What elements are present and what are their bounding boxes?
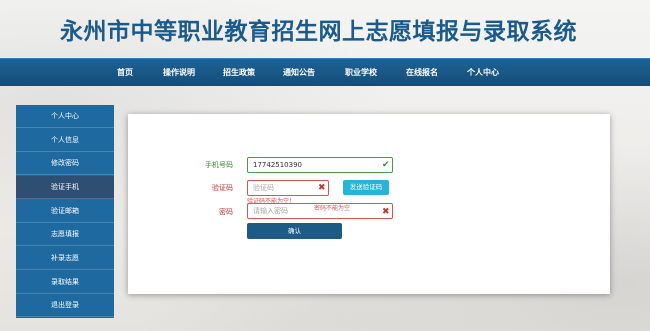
- password-error-message: 密码不能为空: [314, 205, 351, 212]
- sidebar-item-verify-phone[interactable]: 验证手机: [16, 176, 114, 199]
- phone-label: 手机号码: [205, 161, 233, 169]
- check-icon: ✔: [382, 160, 390, 170]
- main-navbar: 首页 操作说明 招生政策 通知公告 职业学校 在线报名 个人中心: [0, 58, 650, 86]
- sidebar: 个人中心 个人信息 修改密码 验证手机 验证邮箱 志愿填报 补录志愿 录取结果 …: [16, 105, 114, 318]
- nav-item-notices[interactable]: 通知公告: [283, 59, 315, 87]
- site-title: 永州市中等职业教育招生网上志愿填报与录取系统: [60, 19, 577, 45]
- sidebar-item-supplementary-wishes[interactable]: 补录志愿: [16, 247, 114, 270]
- phone-value: 17742510390: [253, 161, 302, 169]
- password-placeholder: 请输入密码: [253, 207, 288, 215]
- code-input[interactable]: 验证码: [247, 180, 329, 196]
- sidebar-item-apply-wishes[interactable]: 志愿填报: [16, 223, 114, 246]
- sidebar-item-change-password[interactable]: 修改密码: [16, 152, 114, 175]
- nav-item-instructions[interactable]: 操作说明: [163, 59, 195, 87]
- nav-item-policy[interactable]: 招生政策: [223, 59, 255, 87]
- password-label: 密码: [219, 208, 233, 216]
- sidebar-item-admission-results[interactable]: 录取结果: [16, 271, 114, 294]
- sidebar-item-personal-info[interactable]: 个人信息: [16, 129, 114, 152]
- sidebar-item-verify-email[interactable]: 验证邮箱: [16, 200, 114, 223]
- sidebar-item-personal-center[interactable]: 个人中心: [16, 105, 114, 128]
- sidebar-item-logout[interactable]: 退出登录: [16, 294, 114, 317]
- nav-item-personal-center[interactable]: 个人中心: [467, 59, 499, 87]
- nav-item-online-registration[interactable]: 在线报名: [406, 59, 438, 87]
- code-placeholder: 验证码: [253, 184, 274, 192]
- phone-input[interactable]: 17742510390: [247, 157, 393, 173]
- send-code-button[interactable]: 发送验证码: [343, 180, 389, 195]
- header: 永州市中等职业教育招生网上志愿填报与录取系统: [0, 0, 650, 58]
- confirm-button[interactable]: 确认: [247, 223, 342, 239]
- nav-item-home[interactable]: 首页: [117, 59, 133, 87]
- code-label: 验证码: [212, 184, 233, 192]
- x-icon: ✖: [382, 207, 390, 217]
- x-icon: ✖: [318, 183, 326, 193]
- nav-item-schools[interactable]: 职业学校: [345, 59, 377, 87]
